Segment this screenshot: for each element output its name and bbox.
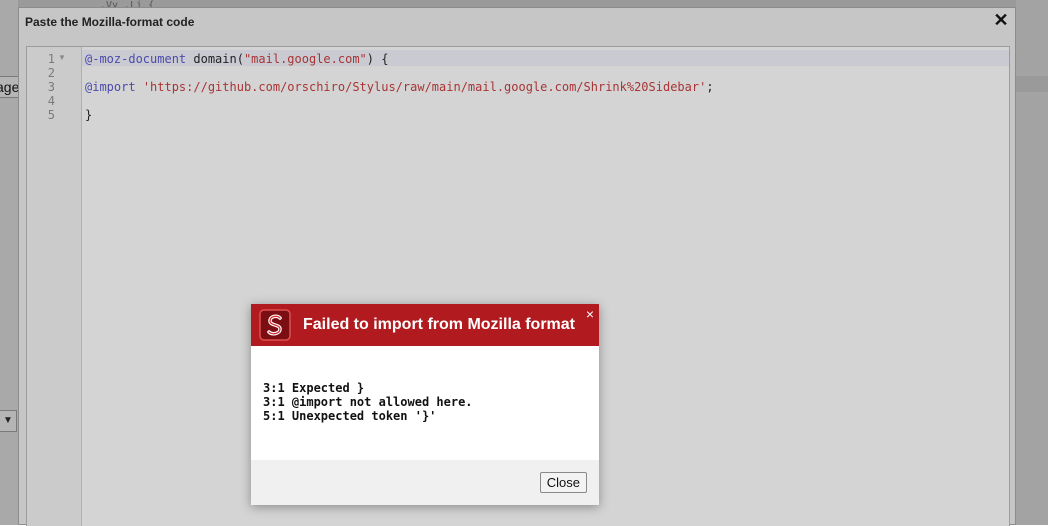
fold-arrow-icon[interactable]: ▼ — [58, 53, 66, 62]
code-token: ) { — [366, 52, 389, 66]
background-dropdown: ▼ — [0, 410, 17, 432]
keyword-token: @-moz-document — [85, 52, 187, 66]
error-line: 3:1 @import not allowed here. — [263, 395, 473, 409]
code-line-1: @-moz-document domain("mail.google.com")… — [85, 52, 388, 66]
error-line: 5:1 Unexpected token '}' — [263, 409, 437, 423]
line-number: 4 — [47, 94, 55, 108]
line-number: 1 — [47, 52, 55, 66]
alert-title: Failed to import from Mozilla format — [303, 316, 576, 333]
string-token: "mail.google.com" — [243, 52, 367, 66]
alert-header: Failed to import from Mozilla format × — [251, 304, 599, 346]
code-line-3: @import 'https://github.com/orschiro/Sty… — [85, 80, 714, 94]
close-button[interactable]: Close — [539, 472, 587, 493]
stylus-logo-icon — [259, 309, 291, 341]
error-line: 3:1 Expected } — [263, 381, 365, 395]
alert-footer: Close — [251, 460, 599, 505]
alert-close-icon[interactable]: × — [586, 306, 594, 322]
dialog-title: Paste the Mozilla-format code — [25, 15, 195, 29]
error-alert-dialog: Failed to import from Mozilla format × 3… — [251, 304, 599, 505]
background-snippet: age — [0, 76, 19, 98]
line-number: 5 — [47, 108, 55, 122]
code-token: ; — [706, 80, 714, 94]
code-token: domain( — [186, 52, 244, 66]
code-line-5: } — [85, 108, 93, 122]
line-number-gutter: 1 ▼ 2 3 4 5 — [27, 47, 82, 526]
close-icon[interactable]: ✕ — [991, 10, 1011, 31]
line-number: 3 — [47, 80, 55, 94]
line-number: 2 — [47, 66, 55, 80]
background-right-band — [1016, 76, 1048, 92]
keyword-token: @import — [85, 80, 136, 94]
string-token: 'https://github.com/orschiro/Stylus/raw/… — [142, 80, 707, 94]
error-messages: 3:1 Expected } 3:1 @import not allowed h… — [263, 381, 473, 423]
